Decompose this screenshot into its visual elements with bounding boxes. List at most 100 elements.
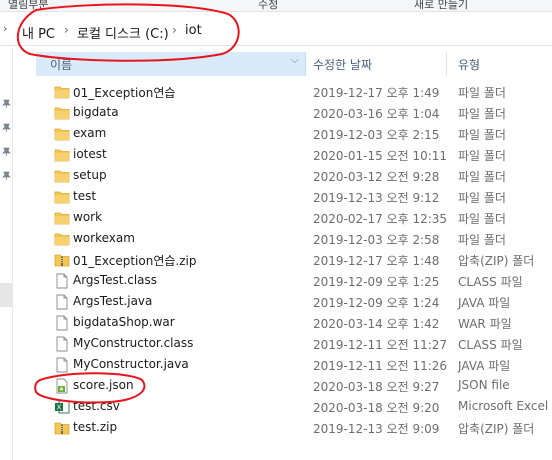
zip-icon [54,252,70,268]
file-list: 01_Exception연습 2019-12-17 오후 1:49 파일 폴더 big… [50,82,552,439]
file-name[interactable]: test [73,189,96,203]
pin-icon [2,171,11,180]
ribbon-item[interactable]: 수정 [258,0,278,11]
file-name[interactable]: MyConstructor.java [73,357,189,371]
file-date: 2020-03-14 오후 1:42 [313,317,440,331]
column-name-label: 이름 [50,58,73,72]
folder-icon [54,126,70,142]
column-header-name[interactable]: 이름 ⌵ [36,52,306,76]
file-row[interactable]: work 2020-02-17 오후 12:35 파일 폴더 [50,208,552,229]
file-name[interactable]: test.zip [73,420,117,434]
file-date: 2019-12-03 오후 2:15 [313,128,440,142]
file-row[interactable]: MyConstructor.java 2019-12-11 오전 11:26 JAV… [50,355,552,376]
file-type: JSON file [458,378,510,392]
file-date: 2020-03-18 오전 9:27 [313,380,440,394]
pin-icon [2,123,11,132]
file-row[interactable]: test.zip 2019-12-13 오전 9:09 압축(ZIP) 폴더 [50,418,552,439]
file-name[interactable]: workexam [73,231,135,245]
file-type: 파일 폴더 [458,212,506,226]
file-row[interactable]: test 2019-12-13 오전 9:12 파일 폴더 [50,187,552,208]
file-name[interactable]: iotest [73,147,107,161]
file-type: CLASS 파일 [458,275,523,289]
file-row[interactable]: bigdataShop.war 2020-03-14 오후 1:42 WAR 파일 [50,313,552,334]
file-name[interactable]: exam [73,126,106,140]
zip-icon [54,420,70,436]
folder-icon [54,105,70,121]
file-date: 2020-03-18 오전 9:20 [313,401,440,415]
breadcrumb-iot[interactable]: iot [185,23,202,38]
file-row[interactable]: Xtest.csv 2020-03-18 오전 9:20 Microsoft Exc… [50,397,552,418]
document-icon [54,294,70,310]
file-date: 2019-12-17 오후 1:49 [313,86,440,100]
document-icon [54,315,70,331]
chevron-down-icon[interactable]: ⌵ [291,55,299,66]
svg-text:X: X [57,404,62,412]
file-type: WAR 파일 [458,317,512,331]
file-date: 2019-12-03 오후 2:58 [313,233,440,247]
file-date: 2019-12-13 오전 9:09 [313,422,440,436]
chevron-right-icon[interactable]: › [172,23,177,37]
file-type: 파일 폴더 [458,170,506,184]
file-name[interactable]: MyConstructor.class [73,336,193,350]
navigation-pane[interactable] [0,47,13,460]
chevron-right-icon[interactable]: › [64,23,69,37]
file-date: 2019-12-17 오후 1:48 [313,254,440,268]
file-type: 파일 폴더 [458,107,506,121]
file-date: 2019-12-09 오후 1:25 [313,275,440,289]
file-row[interactable]: bigdata 2020-03-16 오후 1:04 파일 폴더 [50,103,552,124]
file-name[interactable]: test.csv [73,399,120,413]
json-file-icon [54,378,70,394]
file-row[interactable]: 01_Exception연습 2019-12-17 오후 1:49 파일 폴더 [50,82,552,103]
file-type: 파일 폴더 [458,128,506,142]
file-date: 2020-03-12 오전 9:28 [313,170,440,184]
file-name[interactable]: ArgsTest.class [73,273,157,287]
column-header: 이름 ⌵ 수정한 날짜 유형 [36,52,552,76]
folder-icon [54,231,70,247]
file-date: 2020-01-15 오전 10:11 [313,149,448,163]
file-name[interactable]: work [73,210,102,224]
column-header-date[interactable]: 수정한 날짜 [313,56,372,73]
ribbon-item[interactable]: 열림부분 [8,0,48,11]
file-date: 2019-12-13 오전 9:12 [313,191,440,205]
pin-icon [2,99,11,108]
file-date: 2019-12-11 오전 11:27 [313,338,448,352]
address-bar[interactable]: › 내 PC › 로컬 디스크 (C:) › iot [0,13,552,46]
file-type: 파일 폴더 [458,191,506,205]
document-icon [54,336,70,352]
file-date: 2019-12-09 오후 1:24 [313,296,440,310]
nav-scrollbar-thumb[interactable] [0,283,12,307]
ribbon-item[interactable]: 새로 만들기 [414,0,468,11]
file-type: 압축(ZIP) 폴더 [458,254,535,268]
breadcrumb-this-pc[interactable]: 내 PC [22,23,55,42]
file-row[interactable]: 01_Exception연습.zip 2019-12-17 오후 1:48 압축(Z… [50,250,552,271]
file-row[interactable]: MyConstructor.class 2019-12-11 오전 11:27 CL… [50,334,552,355]
breadcrumb-local-disk[interactable]: 로컬 디스크 (C:) [77,23,169,42]
file-type: 압축(ZIP) 폴더 [458,422,535,436]
file-name[interactable]: 01_Exception연습.zip [73,252,196,269]
file-name[interactable]: score.json [73,378,134,392]
file-row[interactable]: score.json 2020-03-18 오전 9:27 JSON file [50,376,552,397]
excel-file-icon: X [54,399,70,415]
file-row[interactable]: ArgsTest.java 2019-12-09 오후 1:24 JAVA 파일 [50,292,552,313]
file-name[interactable]: setup [73,168,107,182]
folder-icon [54,210,70,226]
file-row[interactable]: workexam 2019-12-03 오후 2:58 파일 폴더 [50,229,552,250]
chevron-right-icon[interactable]: › [3,22,15,36]
file-type: 파일 폴더 [458,86,506,100]
file-row[interactable]: setup 2020-03-12 오전 9:28 파일 폴더 [50,166,552,187]
ribbon-fragment: 열림부분 수정 새로 만들기 [0,0,552,12]
file-row[interactable]: exam 2019-12-03 오후 2:15 파일 폴더 [50,124,552,145]
folder-icon [54,84,70,100]
file-name[interactable]: ArgsTest.java [73,294,152,308]
file-name[interactable]: bigdata [73,105,119,119]
column-divider[interactable] [446,52,447,76]
file-row[interactable]: ArgsTest.class 2019-12-09 오후 1:25 CLASS 파일 [50,271,552,292]
document-icon [54,357,70,373]
folder-icon [54,147,70,163]
file-name[interactable]: bigdataShop.war [73,315,175,329]
column-header-type[interactable]: 유형 [458,56,480,73]
file-date: 2019-12-11 오전 11:26 [313,359,448,373]
file-row[interactable]: iotest 2020-01-15 오전 10:11 파일 폴더 [50,145,552,166]
file-name[interactable]: 01_Exception연습 [73,84,175,101]
file-type: 파일 폴더 [458,233,506,247]
